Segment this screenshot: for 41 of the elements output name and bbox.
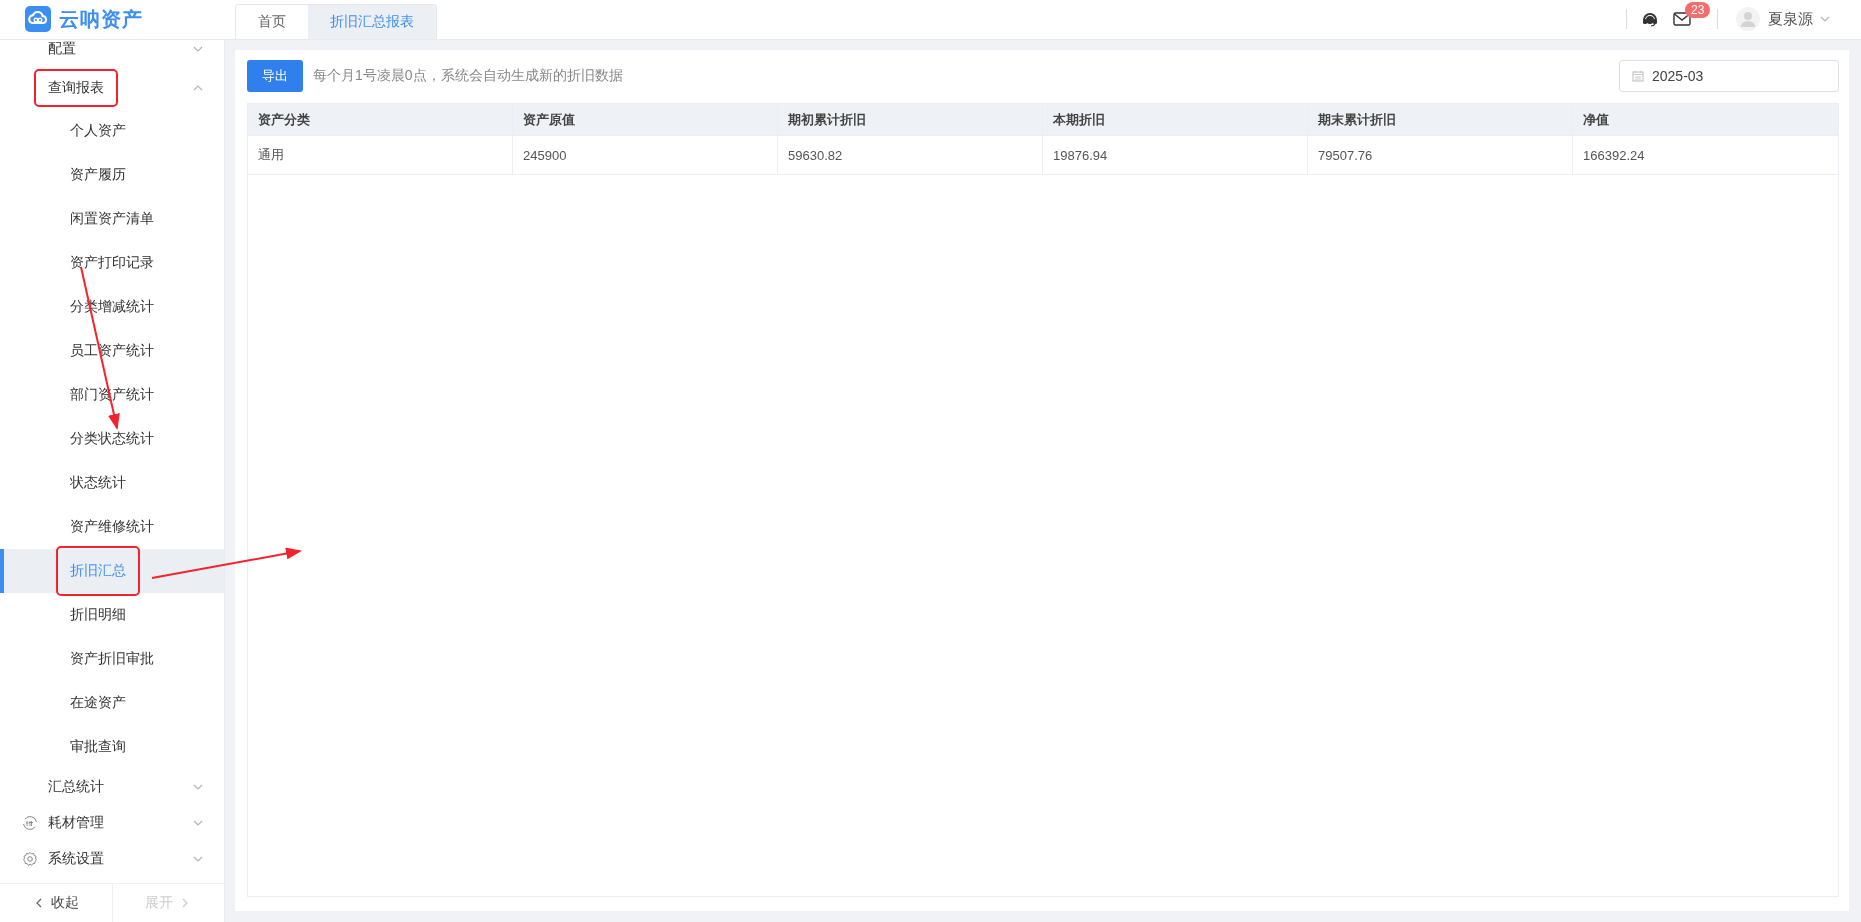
- table-cell: 245900: [513, 136, 778, 174]
- column-header: 期末累计折旧: [1308, 104, 1573, 135]
- cloud-logo-icon: [25, 6, 51, 32]
- column-header: 净值: [1582, 110, 1610, 129]
- gear-icon: [22, 851, 38, 867]
- menu-item[interactable]: 资产维修统计: [0, 505, 224, 549]
- unread-count: 23: [1685, 2, 1711, 18]
- table-cell-text: 166392.24: [1582, 146, 1646, 165]
- menu-item[interactable]: 个人资产: [0, 109, 224, 153]
- menu-group[interactable]: 配置: [48, 40, 76, 58]
- month-picker[interactable]: 2025-03: [1619, 59, 1839, 92]
- table-cell: 通用: [248, 136, 513, 174]
- menu-item[interactable]: 审批查询: [0, 725, 224, 769]
- mail-icon[interactable]: [1673, 12, 1691, 26]
- table-cell: 59630.82: [778, 136, 1043, 174]
- menu-group[interactable]: 汇总统计: [48, 778, 104, 796]
- menu-item[interactable]: 资产履历: [0, 153, 224, 197]
- app-name: 云呐资产: [59, 6, 143, 32]
- column-header: 期初累计折旧: [778, 104, 1043, 135]
- menu-group[interactable]: 查询报表: [36, 71, 116, 105]
- user-menu[interactable]: 夏泉源: [1768, 9, 1813, 29]
- menu-item[interactable]: 闲置资产清单: [0, 197, 224, 241]
- material-icon: [22, 815, 38, 831]
- column-header: 本期折旧: [1043, 104, 1308, 135]
- table-cell: 19876.94: [1043, 136, 1308, 174]
- menu-item[interactable]: 在途资产: [0, 681, 224, 725]
- menu-item[interactable]: 资产打印记录: [0, 241, 224, 285]
- menu-item[interactable]: 资产折旧审批: [0, 637, 224, 681]
- table-cell: 79507.76: [1308, 136, 1573, 174]
- menu-item[interactable]: 状态统计: [0, 461, 224, 505]
- menu-item[interactable]: 折旧明细: [0, 593, 224, 637]
- export-button[interactable]: 导出: [247, 59, 303, 92]
- headset-icon[interactable]: [1641, 10, 1659, 28]
- menu-item[interactable]: 分类状态统计: [0, 417, 224, 461]
- column-header: 资产分类: [248, 104, 513, 135]
- calendar-icon: [1632, 69, 1644, 82]
- collapse-button[interactable]: 收起: [0, 884, 113, 922]
- column-header: 资产原值: [513, 104, 778, 135]
- menu-group[interactable]: 系统设置: [48, 850, 104, 868]
- hint-text: 每个月1号凌晨0点，系统会自动生成新的折旧数据: [313, 66, 623, 85]
- menu-group[interactable]: 耗材管理: [48, 814, 104, 832]
